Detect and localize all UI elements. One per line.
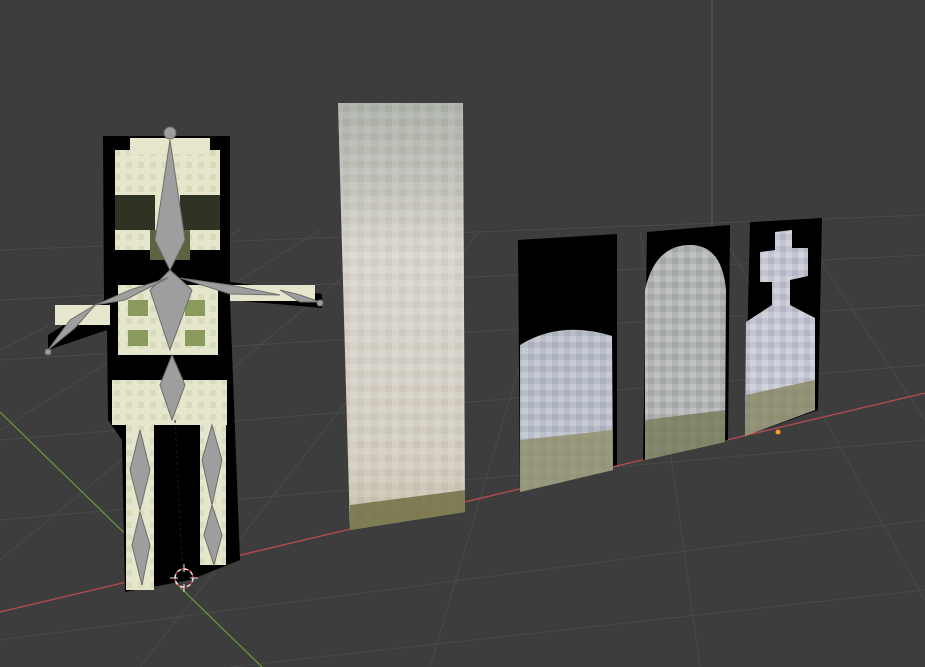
rounded-tombstone-sprite[interactable] [518, 234, 617, 492]
3d-viewport[interactable] [0, 0, 925, 667]
arched-tombstone-sprite[interactable] [643, 225, 730, 460]
object-origin-marker [775, 429, 781, 435]
skeleton-sprite[interactable] [48, 136, 322, 592]
cross-tombstone-sprite[interactable] [745, 218, 822, 436]
tall-stone-sprite[interactable] [338, 103, 465, 530]
